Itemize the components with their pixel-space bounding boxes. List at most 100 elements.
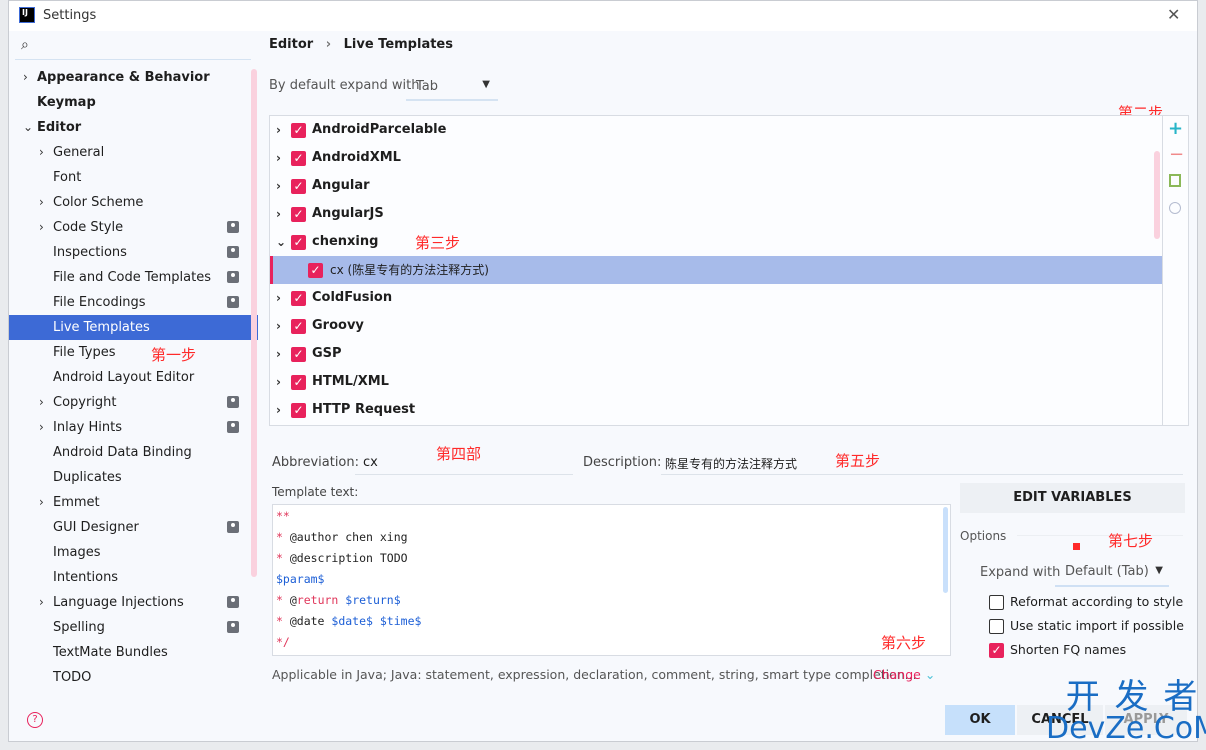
sidebar-item-gui-designer[interactable]: GUI Designer: [9, 515, 258, 540]
sidebar-item-general[interactable]: › General: [9, 140, 258, 165]
breadcrumb-parent[interactable]: Editor: [269, 37, 313, 52]
chevron-right-icon[interactable]: ›: [276, 144, 281, 172]
checkbox-checked[interactable]: ✓: [989, 643, 1004, 658]
template-token: $date$ $time$: [331, 614, 422, 628]
search-icon[interactable]: ⌕: [21, 37, 29, 53]
chevron-right-icon[interactable]: ›: [39, 490, 44, 515]
template-token: **: [276, 509, 290, 523]
close-icon[interactable]: ✕: [1167, 5, 1180, 24]
chevron-right-icon[interactable]: ›: [39, 590, 44, 615]
checkbox-checked[interactable]: ✓: [291, 179, 306, 194]
copy-icon[interactable]: [1169, 174, 1181, 187]
sidebar-item-file-and-code-templates[interactable]: File and Code Templates: [9, 265, 258, 290]
sidebar-item-appearance-behavior[interactable]: › Appearance & Behavior: [9, 65, 258, 90]
remove-icon[interactable]: −: [1169, 144, 1184, 165]
checkbox-checked[interactable]: ✓: [291, 347, 306, 362]
edit-variables-button[interactable]: EDIT VARIABLES: [960, 483, 1185, 513]
expand-dropdown[interactable]: Tab ▼: [406, 73, 498, 101]
chevron-right-icon[interactable]: ›: [276, 340, 281, 368]
option-reformat-according-to-style[interactable]: Reformat according to style: [989, 593, 1199, 613]
sidebar-item-textmate-bundles[interactable]: TextMate Bundles: [9, 640, 258, 665]
chevron-right-icon[interactable]: ›: [39, 390, 44, 415]
sidebar-item-label: Keymap: [37, 95, 96, 110]
sidebar-item-file-encodings[interactable]: File Encodings: [9, 290, 258, 315]
template-group[interactable]: › ✓ GSP: [270, 340, 1162, 368]
checkbox-unchecked[interactable]: [989, 595, 1004, 610]
template-group[interactable]: › ✓ AndroidParcelable: [270, 116, 1162, 144]
sidebar-item-emmet[interactable]: › Emmet: [9, 490, 258, 515]
expand-with-dropdown[interactable]: Default (Tab) ▼: [1055, 557, 1169, 587]
sidebar-item-inspections[interactable]: Inspections: [9, 240, 258, 265]
sidebar-item-language-injections[interactable]: › Language Injections: [9, 590, 258, 615]
ok-button[interactable]: OK: [945, 705, 1015, 735]
template-group[interactable]: › ✓ AngularJS: [270, 200, 1162, 228]
sidebar-item-spelling[interactable]: Spelling: [9, 615, 258, 640]
chevron-down-icon[interactable]: ⌄: [276, 228, 286, 256]
breadcrumb: Editor › Live Templates: [269, 37, 453, 52]
sidebar-item-live-templates[interactable]: Live Templates: [9, 315, 258, 340]
restore-icon[interactable]: [1169, 202, 1181, 214]
sidebar-item-todo[interactable]: TODO: [9, 665, 258, 690]
chevron-right-icon[interactable]: ›: [23, 65, 28, 90]
add-icon[interactable]: +: [1168, 118, 1183, 139]
option-use-static-import-if-possible[interactable]: Use static import if possible: [989, 617, 1199, 637]
template-item-label: cx (陈星专有的方法注释方式): [330, 263, 489, 277]
template-text-editor[interactable]: ** * @author chen xing * @description TODO…: [272, 504, 951, 656]
checkbox-unchecked[interactable]: [989, 619, 1004, 634]
change-link[interactable]: Change ⌄: [873, 667, 935, 682]
chevron-right-icon[interactable]: ›: [276, 396, 281, 424]
template-token: $param$: [276, 572, 325, 586]
sidebar-item-images[interactable]: Images: [9, 540, 258, 565]
checkbox-checked[interactable]: ✓: [291, 235, 306, 250]
sidebar-item-intentions[interactable]: Intentions: [9, 565, 258, 590]
chevron-right-icon[interactable]: ›: [276, 172, 281, 200]
chevron-right-icon[interactable]: ›: [276, 368, 281, 396]
sidebar-item-editor[interactable]: ⌄ Editor: [9, 115, 258, 140]
chevron-right-icon[interactable]: ›: [276, 116, 281, 144]
template-group[interactable]: ⌄ ✓ chenxing: [270, 228, 1162, 256]
sidebar-item-inlay-hints[interactable]: › Inlay Hints: [9, 415, 258, 440]
sidebar-item-code-style[interactable]: › Code Style: [9, 215, 258, 240]
chevron-down-icon[interactable]: ⌄: [23, 115, 33, 140]
chevron-down-icon: ⌄: [924, 667, 936, 682]
abbreviation-value: cx: [363, 455, 378, 470]
template-group[interactable]: › ✓ AndroidXML: [270, 144, 1162, 172]
sidebar-item-duplicates[interactable]: Duplicates: [9, 465, 258, 490]
template-group[interactable]: › ✓ Angular: [270, 172, 1162, 200]
checkbox-checked[interactable]: ✓: [291, 151, 306, 166]
sidebar-item-font[interactable]: Font: [9, 165, 258, 190]
template-group[interactable]: › ✓ HTTP Request: [270, 396, 1162, 424]
checkbox-checked[interactable]: ✓: [308, 263, 323, 278]
chevron-right-icon[interactable]: ›: [39, 415, 44, 440]
checkbox-checked[interactable]: ✓: [291, 403, 306, 418]
chevron-right-icon[interactable]: ›: [39, 215, 44, 240]
sidebar-item-copyright[interactable]: › Copyright: [9, 390, 258, 415]
sidebar-item-android-layout-editor[interactable]: Android Layout Editor: [9, 365, 258, 390]
template-token: *: [276, 614, 290, 628]
chevron-right-icon[interactable]: ›: [276, 284, 281, 312]
template-item[interactable]: ✓ cx (陈星专有的方法注释方式): [270, 256, 1162, 284]
template-group[interactable]: › ✓ Groovy: [270, 312, 1162, 340]
help-icon[interactable]: ?: [27, 712, 43, 728]
checkbox-checked[interactable]: ✓: [291, 123, 306, 138]
sidebar-scrollbar[interactable]: [251, 69, 257, 577]
checkbox-checked[interactable]: ✓: [291, 375, 306, 390]
sidebar-item-keymap[interactable]: Keymap: [9, 90, 258, 115]
templates-scrollbar[interactable]: [1154, 151, 1160, 239]
chevron-right-icon[interactable]: ›: [276, 200, 281, 228]
template-group[interactable]: › ✓ HTML/XML: [270, 368, 1162, 396]
settings-window: IJ Settings ✕ ⌕ › Appearance & Behavior Ke…: [8, 0, 1198, 742]
sidebar-item-color-scheme[interactable]: › Color Scheme: [9, 190, 258, 215]
chevron-right-icon[interactable]: ›: [39, 190, 44, 215]
template-group[interactable]: › ✓ ColdFusion: [270, 284, 1162, 312]
sidebar-item-android-data-binding[interactable]: Android Data Binding: [9, 440, 258, 465]
option-shorten-fq-names[interactable]: ✓ Shorten FQ names: [989, 641, 1199, 661]
checkbox-checked[interactable]: ✓: [291, 207, 306, 222]
description-input[interactable]: 陈星专有的方法注释方式: [661, 447, 1183, 475]
checkbox-checked[interactable]: ✓: [291, 291, 306, 306]
chevron-right-icon[interactable]: ›: [276, 312, 281, 340]
chevron-right-icon[interactable]: ›: [39, 140, 44, 165]
sidebar-item-file-types[interactable]: File Types: [9, 340, 258, 365]
checkbox-checked[interactable]: ✓: [291, 319, 306, 334]
template-text-scrollbar[interactable]: [943, 507, 948, 593]
